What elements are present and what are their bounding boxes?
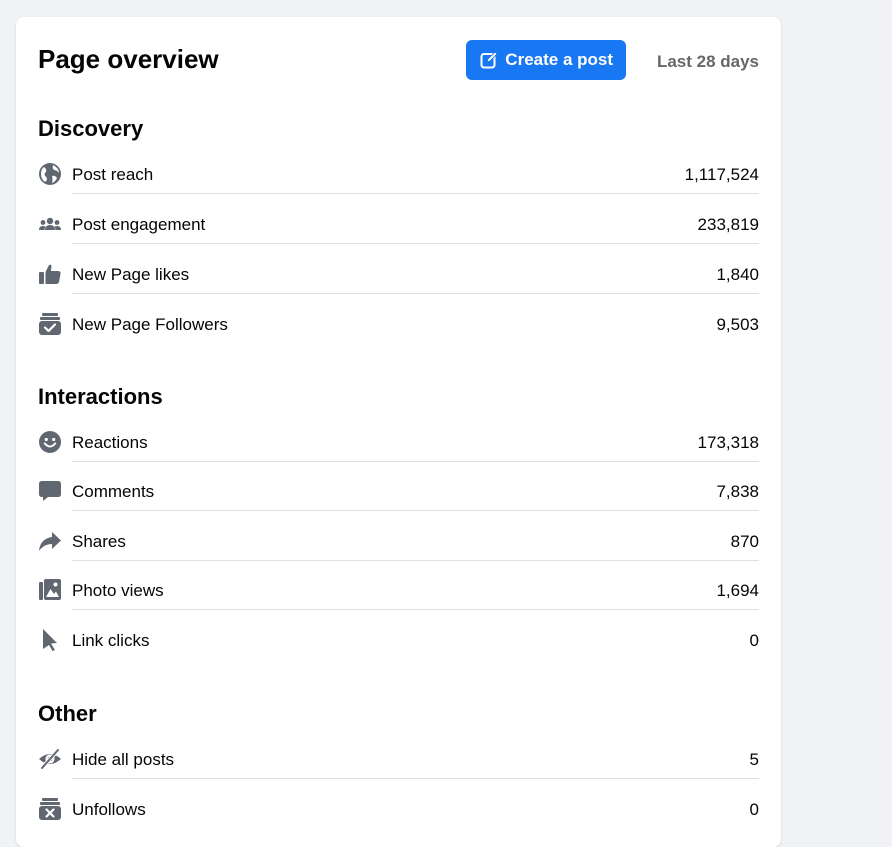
metric-row-shares: Shares 870 bbox=[38, 529, 759, 565]
metric-label: Hide all posts bbox=[72, 750, 175, 769]
share-arrow-icon bbox=[38, 529, 62, 553]
row-divider bbox=[72, 778, 759, 779]
globe-icon bbox=[38, 162, 62, 186]
metric-row-new-page-followers: New Page Followers 9,503 bbox=[38, 312, 759, 348]
date-range-selector[interactable]: Last 28 days bbox=[657, 52, 759, 72]
metric-label: Unfollows bbox=[72, 800, 146, 819]
eye-slash-icon bbox=[38, 747, 62, 771]
metric-label: New Page likes bbox=[72, 265, 190, 284]
metric-row-unfollows: Unfollows 0 bbox=[38, 797, 759, 833]
metric-value: 1,117,524 bbox=[684, 165, 759, 184]
discovery-section: Discovery bbox=[38, 115, 759, 143]
metric-label: Post reach bbox=[72, 165, 154, 184]
page-title: Page overview bbox=[38, 44, 219, 74]
create-post-label: Create a post bbox=[505, 50, 613, 69]
page-overview-card: Page overview Create a post Last 28 days… bbox=[16, 17, 781, 847]
metric-label: New Page Followers bbox=[72, 315, 228, 334]
metric-value: 0 bbox=[749, 631, 759, 650]
row-divider bbox=[72, 243, 759, 244]
metric-row-reactions: Reactions 173,318 bbox=[38, 430, 759, 466]
smiley-icon bbox=[38, 430, 62, 454]
metric-value: 7,838 bbox=[716, 482, 759, 501]
metric-label: Post engagement bbox=[72, 215, 206, 234]
metric-label: Comments bbox=[72, 482, 155, 501]
row-divider bbox=[72, 609, 759, 610]
row-divider bbox=[72, 560, 759, 561]
section-title-interactions: Interactions bbox=[38, 384, 163, 409]
metric-value: 5 bbox=[749, 750, 759, 769]
metric-value: 233,819 bbox=[697, 215, 759, 234]
row-divider bbox=[72, 293, 759, 294]
section-title-other: Other bbox=[38, 701, 97, 726]
metric-label: Link clicks bbox=[72, 631, 150, 650]
thumbs-up-icon bbox=[38, 262, 62, 286]
edit-icon bbox=[480, 51, 498, 69]
photo-icon bbox=[38, 578, 62, 602]
metric-label: Reactions bbox=[72, 433, 148, 452]
metric-row-hide-all-posts: Hide all posts 5 bbox=[38, 747, 759, 783]
row-divider bbox=[72, 461, 759, 462]
other-section: Other bbox=[38, 700, 759, 728]
cursor-icon bbox=[38, 628, 62, 652]
metric-value: 1,694 bbox=[716, 581, 759, 600]
unfollow-box-icon bbox=[38, 797, 62, 821]
metric-value: 0 bbox=[749, 800, 759, 819]
metric-value: 9,503 bbox=[716, 315, 759, 334]
card-header: Page overview Create a post Last 28 days bbox=[38, 40, 759, 87]
interactions-section: Interactions bbox=[38, 383, 759, 411]
row-divider bbox=[72, 510, 759, 511]
metric-row-comments: Comments 7,838 bbox=[38, 479, 759, 515]
metric-label: Photo views bbox=[72, 581, 164, 600]
metric-row-photo-views: Photo views 1,694 bbox=[38, 578, 759, 614]
metric-row-new-page-likes: New Page likes 1,840 bbox=[38, 262, 759, 298]
people-icon bbox=[38, 212, 62, 236]
comment-icon bbox=[38, 479, 62, 503]
metric-row-post-engagement: Post engagement 233,819 bbox=[38, 212, 759, 248]
follow-box-icon bbox=[38, 312, 62, 336]
row-divider bbox=[72, 193, 759, 194]
metric-row-post-reach: Post reach 1,117,524 bbox=[38, 162, 759, 198]
metric-label: Shares bbox=[72, 532, 126, 551]
create-post-button[interactable]: Create a post bbox=[466, 40, 626, 80]
metric-value: 173,318 bbox=[697, 433, 759, 452]
metric-value: 1,840 bbox=[716, 265, 759, 284]
section-title-discovery: Discovery bbox=[38, 116, 144, 141]
metric-value: 870 bbox=[730, 532, 759, 551]
metric-row-link-clicks: Link clicks 0 bbox=[38, 628, 759, 664]
